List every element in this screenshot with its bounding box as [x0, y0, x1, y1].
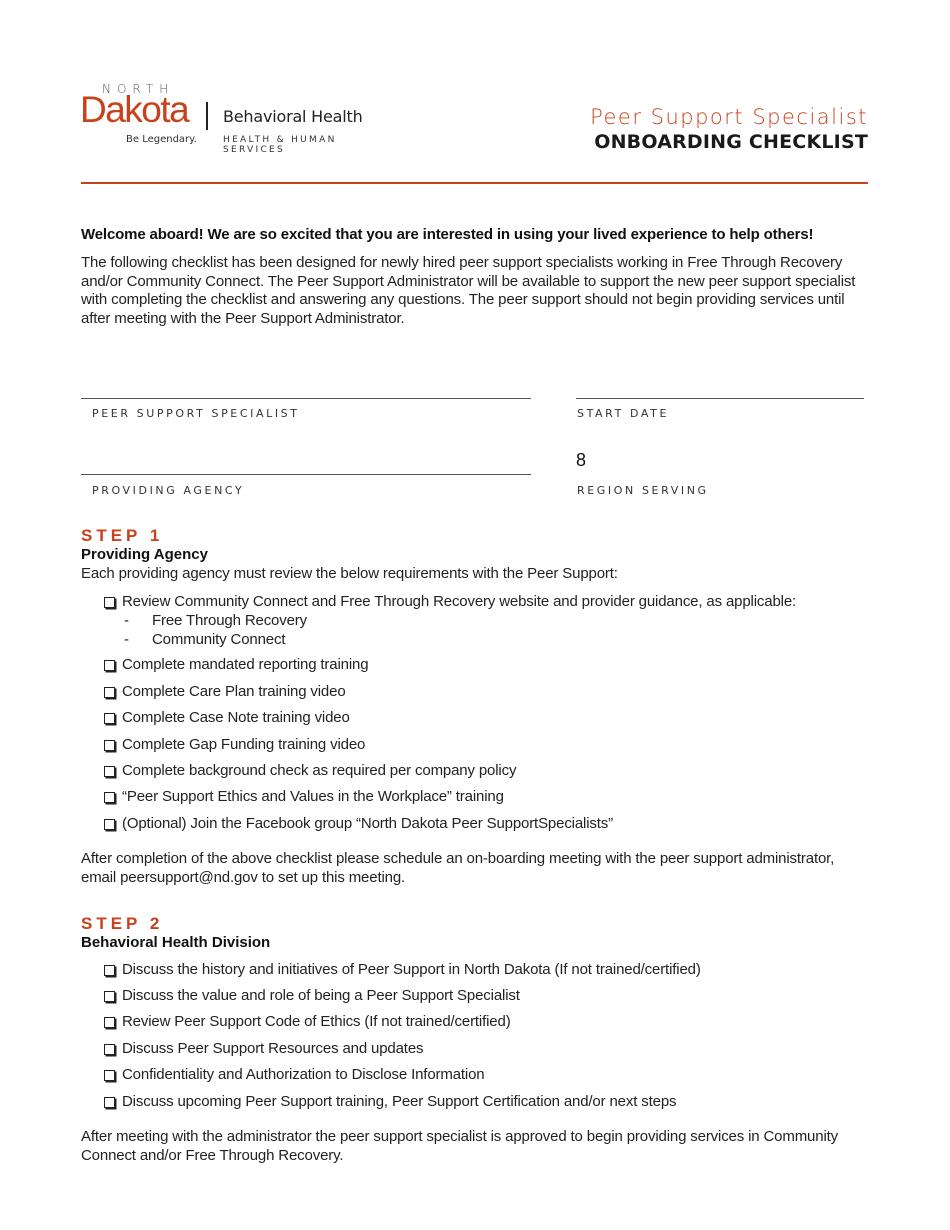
step-1-item-care-plan[interactable]: Complete Care Plan training video [104, 683, 346, 700]
step-1-item-mandated-reporting[interactable]: Complete mandated reporting training [104, 656, 369, 673]
step-1-item-background-check[interactable]: Complete background check as required pe… [104, 762, 516, 779]
checkbox-icon[interactable] [104, 712, 115, 724]
checkbox-icon[interactable] [104, 596, 115, 608]
checkbox-icon[interactable] [104, 990, 115, 1002]
checkbox-icon[interactable] [104, 1016, 115, 1028]
step-2-item-value-role[interactable]: Discuss the value and role of being a Pe… [104, 987, 520, 1004]
peer-support-specialist-field-line[interactable] [81, 398, 531, 399]
checkbox-icon[interactable] [104, 739, 115, 751]
logo-tagline: Be Legendary. [126, 134, 197, 145]
sub-item-free-through-recovery: - Free Through Recovery [124, 612, 307, 629]
checkbox-icon[interactable] [104, 1043, 115, 1055]
checklist-item-label: Review Peer Support Code of Ethics (If n… [122, 1013, 511, 1030]
region-serving-label: REGION SERVING [577, 484, 709, 497]
document-title: Peer Support Specialist ONBOARDING CHECK… [590, 104, 868, 154]
title-subtitle: Peer Support Specialist [590, 105, 868, 129]
checklist-item-label: Complete Gap Funding training video [122, 736, 366, 753]
checklist-item-label: Complete Care Plan training video [122, 683, 346, 700]
intro-paragraph: The following checklist has been designe… [81, 254, 856, 327]
step-1-heading: STEP 1 [81, 526, 164, 545]
step-2-closing: After meeting with the administrator the… [81, 1128, 838, 1164]
step-1-subheading: Providing Agency [81, 546, 208, 563]
checklist-item-label: Discuss the value and role of being a Pe… [122, 987, 520, 1004]
checklist-item-label: Confidentiality and Authorization to Dis… [122, 1066, 485, 1083]
checkbox-icon[interactable] [104, 659, 115, 671]
checklist-item-label: Complete Case Note training video [122, 709, 350, 726]
logo-divider [206, 102, 208, 130]
dash-bullet: - [124, 612, 129, 629]
step-2-heading: STEP 2 [81, 914, 164, 933]
region-serving-value[interactable]: 8 [576, 450, 586, 471]
start-date-field-line[interactable] [576, 398, 864, 399]
checklist-item-label: Review Community Connect and Free Throug… [122, 593, 797, 610]
step-1-item-review-websites[interactable]: Review Community Connect and Free Throug… [104, 593, 796, 610]
dash-bullet: - [124, 631, 129, 648]
nd-logo: NORTH Dakota Be Legendary. Behavioral He… [80, 82, 400, 155]
providing-agency-field-line[interactable] [81, 474, 531, 475]
checklist-item-label: Discuss Peer Support Resources and updat… [122, 1040, 424, 1057]
step-2-item-code-of-ethics[interactable]: Review Peer Support Code of Ethics (If n… [104, 1013, 511, 1030]
checklist-item-label: Discuss the history and initiatives of P… [122, 961, 701, 978]
checklist-item-label: Complete mandated reporting training [122, 656, 369, 673]
logo-dakota-wordmark: Dakota [80, 89, 190, 130]
peer-support-specialist-label: PEER SUPPORT SPECIALIST [92, 407, 300, 420]
sub-item-label: Free Through Recovery [152, 612, 307, 629]
checkbox-icon[interactable] [104, 964, 115, 976]
header-divider [81, 182, 868, 184]
checkbox-icon[interactable] [104, 765, 115, 777]
step-1-item-case-note[interactable]: Complete Case Note training video [104, 709, 350, 726]
checklist-item-label: Complete background check as required pe… [122, 762, 517, 779]
title-main: ONBOARDING CHECKLIST [594, 131, 868, 153]
step-1-intro: Each providing agency must review the be… [81, 565, 618, 582]
step-2-item-confidentiality[interactable]: Confidentiality and Authorization to Dis… [104, 1066, 485, 1083]
step-2-item-history[interactable]: Discuss the history and initiatives of P… [104, 961, 701, 978]
step-2-subheading: Behavioral Health Division [81, 934, 271, 951]
start-date-label: START DATE [577, 407, 670, 420]
checklist-item-label: “Peer Support Ethics and Values in the W… [122, 788, 504, 805]
step-1-item-gap-funding[interactable]: Complete Gap Funding training video [104, 736, 365, 753]
checkbox-icon[interactable] [104, 1096, 115, 1108]
checklist-item-label: Discuss upcoming Peer Support training, … [122, 1093, 677, 1110]
checkbox-icon[interactable] [104, 818, 115, 830]
logo-division: Behavioral Health [223, 107, 363, 126]
step-1-closing: After completion of the above checklist … [81, 850, 835, 886]
sub-item-community-connect: - Community Connect [124, 631, 285, 648]
step-2-item-resources[interactable]: Discuss Peer Support Resources and updat… [104, 1040, 424, 1057]
step-1-item-ethics-training[interactable]: “Peer Support Ethics and Values in the W… [104, 788, 504, 805]
providing-agency-label: PROVIDING AGENCY [92, 484, 245, 497]
step-1-item-facebook-group[interactable]: (Optional) Join the Facebook group “Nort… [104, 815, 613, 832]
step-2-item-upcoming-training[interactable]: Discuss upcoming Peer Support training, … [104, 1093, 677, 1110]
logo-department: HEALTH & HUMAN SERVICES [223, 135, 337, 155]
sub-item-label: Community Connect [152, 631, 286, 648]
welcome-heading: Welcome aboard! We are so excited that y… [81, 226, 814, 243]
checkbox-icon[interactable] [104, 1069, 115, 1081]
checklist-item-label: (Optional) Join the Facebook group “Nort… [122, 815, 613, 832]
checkbox-icon[interactable] [104, 791, 115, 803]
checkbox-icon[interactable] [104, 686, 115, 698]
